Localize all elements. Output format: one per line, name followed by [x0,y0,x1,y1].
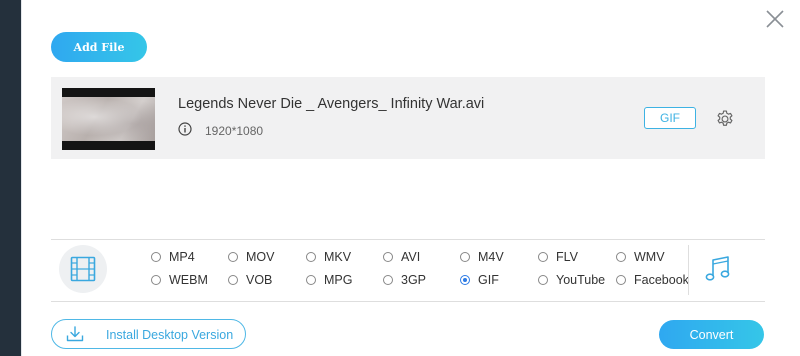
format-label: GIF [478,273,499,287]
format-option-facebook[interactable]: Facebook [616,273,689,287]
video-thumbnail [62,88,155,150]
close-button[interactable] [764,8,786,30]
format-option-mov[interactable]: MOV [228,250,274,264]
add-file-button[interactable]: Add File [51,32,147,62]
format-label: MOV [246,250,275,264]
radio-button[interactable] [460,252,470,262]
radio-button[interactable] [228,252,238,262]
format-option-gif[interactable]: GIF [460,273,499,287]
format-label: 3GP [401,273,427,287]
panel-divider [688,245,689,295]
format-label: WEBM [169,273,208,287]
file-resolution: 1920*1080 [205,124,264,138]
format-label: WMV [634,250,665,264]
install-label: Install Desktop Version [106,328,234,342]
radio-button[interactable] [306,252,316,262]
radio-button[interactable] [538,275,548,285]
format-option-3gp[interactable]: 3GP [383,273,426,287]
radio-button[interactable] [616,252,626,262]
format-panel: MP4 MOV MKV AVI M4V FLV WMV WEBM VOB MPG… [51,239,765,302]
format-option-mkv[interactable]: MKV [306,250,351,264]
film-icon [70,256,96,282]
radio-button[interactable] [151,275,161,285]
radio-button[interactable] [151,252,161,262]
radio-button[interactable] [616,275,626,285]
radio-button[interactable] [538,252,548,262]
radio-button[interactable] [306,275,316,285]
format-option-flv[interactable]: FLV [538,250,578,264]
convert-button[interactable]: Convert [659,320,764,349]
close-icon [766,10,784,28]
radio-button-selected[interactable] [460,275,470,285]
download-icon [66,326,84,342]
convert-dialog: Add File Legends Never Die _ Avengers_ I… [21,0,800,356]
radio-button[interactable] [383,252,393,262]
format-option-webm[interactable]: WEBM [151,273,208,287]
file-name: Legends Never Die _ Avengers_ Infinity W… [178,96,485,112]
format-option-m4v[interactable]: M4V [460,250,504,264]
output-format-badge[interactable]: GIF [644,107,696,129]
music-note-icon[interactable] [704,254,732,284]
format-option-mpg[interactable]: MPG [306,273,352,287]
format-label: MPG [324,273,353,287]
format-label: Facebook [634,273,689,287]
backdrop [0,0,22,356]
format-option-avi[interactable]: AVI [383,250,420,264]
format-label: MP4 [169,250,195,264]
install-desktop-button[interactable]: Install Desktop Version [51,319,246,349]
format-label: MKV [324,250,352,264]
video-format-tab[interactable] [59,245,107,293]
format-label: YouTube [556,273,606,287]
gear-icon[interactable] [715,109,735,129]
format-label: FLV [556,250,578,264]
format-option-youtube[interactable]: YouTube [538,273,605,287]
file-item-row: Legends Never Die _ Avengers_ Infinity W… [51,77,765,159]
info-icon[interactable] [178,122,192,136]
radio-button[interactable] [383,275,393,285]
format-label: VOB [246,273,273,287]
format-option-wmv[interactable]: WMV [616,250,665,264]
format-label: M4V [478,250,504,264]
format-option-vob[interactable]: VOB [228,273,272,287]
radio-button[interactable] [228,275,238,285]
format-label: AVI [401,250,421,264]
format-option-mp4[interactable]: MP4 [151,250,195,264]
